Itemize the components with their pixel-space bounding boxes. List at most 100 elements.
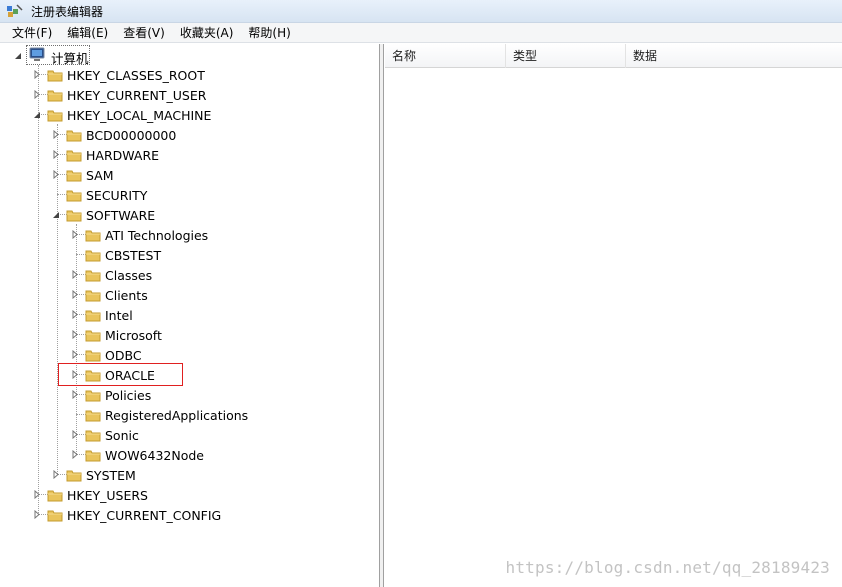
column-header-type[interactable]: 类型 — [506, 44, 626, 68]
folder-icon — [85, 290, 101, 302]
collapsed-arrow-icon[interactable] — [52, 170, 60, 179]
registry-tree[interactable]: 计算机 HKEY_CLASSES_ROOT HKEY_CURRENT_USER … — [0, 44, 380, 587]
collapsed-arrow-icon[interactable] — [71, 310, 79, 319]
tree-label: Clients — [105, 287, 148, 303]
menu-help[interactable]: 帮助(H) — [240, 23, 297, 43]
values-list[interactable]: 名称 类型 数据 — [385, 44, 842, 587]
tree-node-sonic[interactable]: Sonic — [71, 425, 139, 445]
column-header-name[interactable]: 名称 — [385, 44, 506, 68]
collapsed-arrow-icon[interactable] — [33, 70, 41, 79]
folder-icon — [47, 490, 63, 502]
tree-node-hkey-local-machine[interactable]: HKEY_LOCAL_MACHINE — [33, 105, 211, 125]
folder-icon — [85, 230, 101, 242]
tree-node-classes[interactable]: Classes — [71, 265, 152, 285]
title-bar: 注册表编辑器 — [0, 0, 842, 23]
tree-label: SAM — [86, 167, 114, 183]
collapsed-arrow-icon[interactable] — [71, 330, 79, 339]
regedit-icon — [6, 3, 24, 19]
expanded-arrow-icon[interactable] — [14, 51, 22, 60]
window-title: 注册表编辑器 — [31, 4, 104, 19]
folder-icon — [85, 330, 101, 342]
tree-node-registeredapplications[interactable]: RegisteredApplications — [71, 405, 248, 425]
tree-node-microsoft[interactable]: Microsoft — [71, 325, 162, 345]
collapsed-arrow-icon[interactable] — [71, 230, 79, 239]
tree-node-bcd00000000[interactable]: BCD00000000 — [52, 125, 176, 145]
collapsed-arrow-icon[interactable] — [71, 430, 79, 439]
collapsed-arrow-icon[interactable] — [33, 90, 41, 99]
folder-icon — [47, 110, 63, 122]
menu-view[interactable]: 查看(V) — [115, 23, 172, 43]
collapsed-arrow-icon[interactable] — [71, 350, 79, 359]
expanded-arrow-icon[interactable] — [33, 110, 41, 119]
list-header: 名称 类型 数据 — [385, 44, 842, 68]
folder-icon — [66, 210, 82, 222]
tree-node-intel[interactable]: Intel — [71, 305, 133, 325]
tree-node-clients[interactable]: Clients — [71, 285, 148, 305]
tree-node-wow6432node[interactable]: WOW6432Node — [71, 445, 204, 465]
collapsed-arrow-icon[interactable] — [71, 270, 79, 279]
folder-icon — [85, 270, 101, 282]
tree-node-ati-technologies[interactable]: ATI Technologies — [71, 225, 208, 245]
tree-label: HKEY_LOCAL_MACHINE — [67, 107, 212, 123]
folder-icon — [47, 90, 63, 102]
tree-label: HKEY_CURRENT_USER — [67, 87, 207, 103]
tree-node-sam[interactable]: SAM — [52, 165, 114, 185]
tree-label: SYSTEM — [86, 467, 136, 483]
menu-file[interactable]: 文件(F) — [4, 23, 59, 43]
folder-icon — [85, 310, 101, 322]
tree-label: WOW6432Node — [105, 447, 204, 463]
menu-bar: 文件(F) 编辑(E) 查看(V) 收藏夹(A) 帮助(H) — [0, 23, 842, 43]
folder-icon — [66, 170, 82, 182]
tree-node-system[interactable]: SYSTEM — [52, 465, 136, 485]
tree-label: Sonic — [105, 427, 139, 443]
folder-icon — [66, 130, 82, 142]
oracle-highlight-box — [58, 363, 183, 386]
tree-node-odbc[interactable]: ODBC — [71, 345, 142, 365]
collapsed-arrow-icon[interactable] — [71, 450, 79, 459]
tree-node-software[interactable]: SOFTWARE — [52, 205, 155, 225]
tree-label: BCD00000000 — [86, 127, 177, 143]
tree-label: Policies — [105, 387, 152, 403]
tree-label: RegisteredApplications — [105, 407, 249, 423]
collapsed-arrow-icon[interactable] — [52, 130, 60, 139]
folder-icon — [47, 510, 63, 522]
tree-node-hkey-current-user[interactable]: HKEY_CURRENT_USER — [33, 85, 206, 105]
tree-label: ATI Technologies — [105, 227, 209, 243]
tree-label: HKEY_CLASSES_ROOT — [67, 67, 205, 83]
tree-node-hkey-current-config[interactable]: HKEY_CURRENT_CONFIG — [33, 505, 221, 525]
tree-label: Intel — [105, 307, 133, 323]
tree-label: CBSTEST — [105, 247, 162, 263]
tree-label: ODBC — [105, 347, 142, 363]
tree-label: HKEY_CURRENT_CONFIG — [67, 507, 222, 523]
folder-icon — [85, 390, 101, 402]
collapsed-arrow-icon[interactable] — [52, 150, 60, 159]
folder-icon — [85, 350, 101, 362]
tree-label: HARDWARE — [86, 147, 160, 163]
tree-node-hardware[interactable]: HARDWARE — [52, 145, 159, 165]
collapsed-arrow-icon[interactable] — [33, 490, 41, 499]
tree-node-hkey-users[interactable]: HKEY_USERS — [33, 485, 148, 505]
tree-label: Classes — [105, 267, 153, 283]
folder-icon — [47, 70, 63, 82]
collapsed-arrow-icon[interactable] — [33, 510, 41, 519]
column-header-data[interactable]: 数据 — [626, 44, 842, 68]
folder-icon — [66, 190, 82, 202]
collapsed-arrow-icon[interactable] — [71, 390, 79, 399]
folder-icon — [85, 450, 101, 462]
menu-edit[interactable]: 编辑(E) — [59, 23, 115, 43]
tree-node-policies[interactable]: Policies — [71, 385, 151, 405]
folder-icon — [85, 430, 101, 442]
tree-node-security[interactable]: SECURITY — [52, 185, 147, 205]
pane-splitter[interactable] — [380, 44, 384, 587]
tree-node-cbstest[interactable]: CBSTEST — [71, 245, 161, 265]
tree-label: SECURITY — [86, 187, 148, 203]
tree-label: HKEY_USERS — [67, 487, 148, 503]
menu-favorites[interactable]: 收藏夹(A) — [172, 23, 241, 43]
computer-icon — [29, 47, 46, 62]
tree-label: Microsoft — [105, 327, 162, 343]
collapsed-arrow-icon[interactable] — [71, 290, 79, 299]
collapsed-arrow-icon[interactable] — [52, 470, 60, 479]
folder-icon — [85, 410, 101, 422]
expanded-arrow-icon[interactable] — [52, 210, 60, 219]
tree-node-hkey-classes-root[interactable]: HKEY_CLASSES_ROOT — [33, 65, 205, 85]
